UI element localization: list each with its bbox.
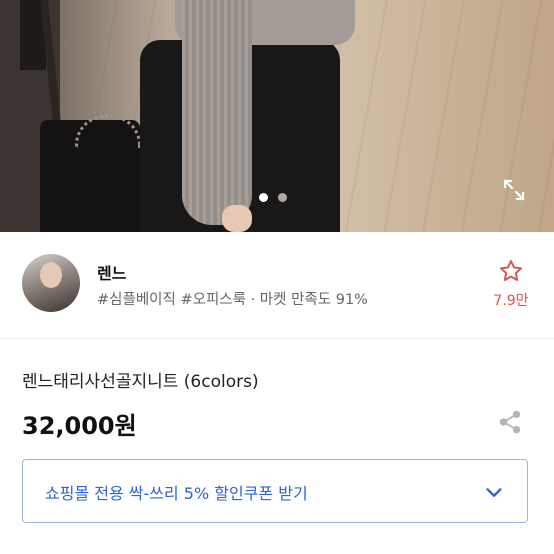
star-outline-icon — [500, 260, 522, 281]
carousel-dot[interactable] — [278, 193, 287, 202]
coupon-button[interactable]: 쇼핑몰 전용 싹-쓰리 5% 할인쿠폰 받기 — [22, 459, 528, 523]
product-info: 렌느태리사선골지니트 (6colors) 32,000원 쇼핑몰 전용 싹-쓰리… — [0, 339, 554, 554]
model-hand — [222, 205, 252, 232]
store-info[interactable]: 렌느 #심플베이직 #오피스룩 · 마켓 만족도 91% 7.9만 — [0, 232, 554, 339]
product-image-carousel[interactable] — [0, 0, 554, 232]
store-tags: #심플베이직 #오피스룩 · 마켓 만족도 91% — [97, 292, 368, 308]
expand-icon[interactable] — [502, 178, 526, 202]
favorite-count: 7.9만 — [493, 293, 529, 309]
favorite-button[interactable]: 7.9만 — [484, 258, 538, 310]
chevron-down-icon — [486, 488, 502, 497]
share-icon[interactable] — [497, 409, 523, 435]
product-price: 32,000원 — [22, 412, 137, 440]
store-name[interactable]: 렌느 — [97, 260, 126, 284]
coupon-label: 쇼핑몰 전용 싹-쓰리 5% 할인쿠폰 받기 — [45, 484, 308, 503]
model-sleeve — [182, 0, 252, 225]
carousel-dot-active[interactable] — [259, 193, 268, 202]
product-title: 렌느태리사선골지니트 (6colors) — [22, 372, 259, 392]
store-avatar[interactable] — [22, 254, 80, 312]
carousel-indicator — [259, 193, 287, 202]
